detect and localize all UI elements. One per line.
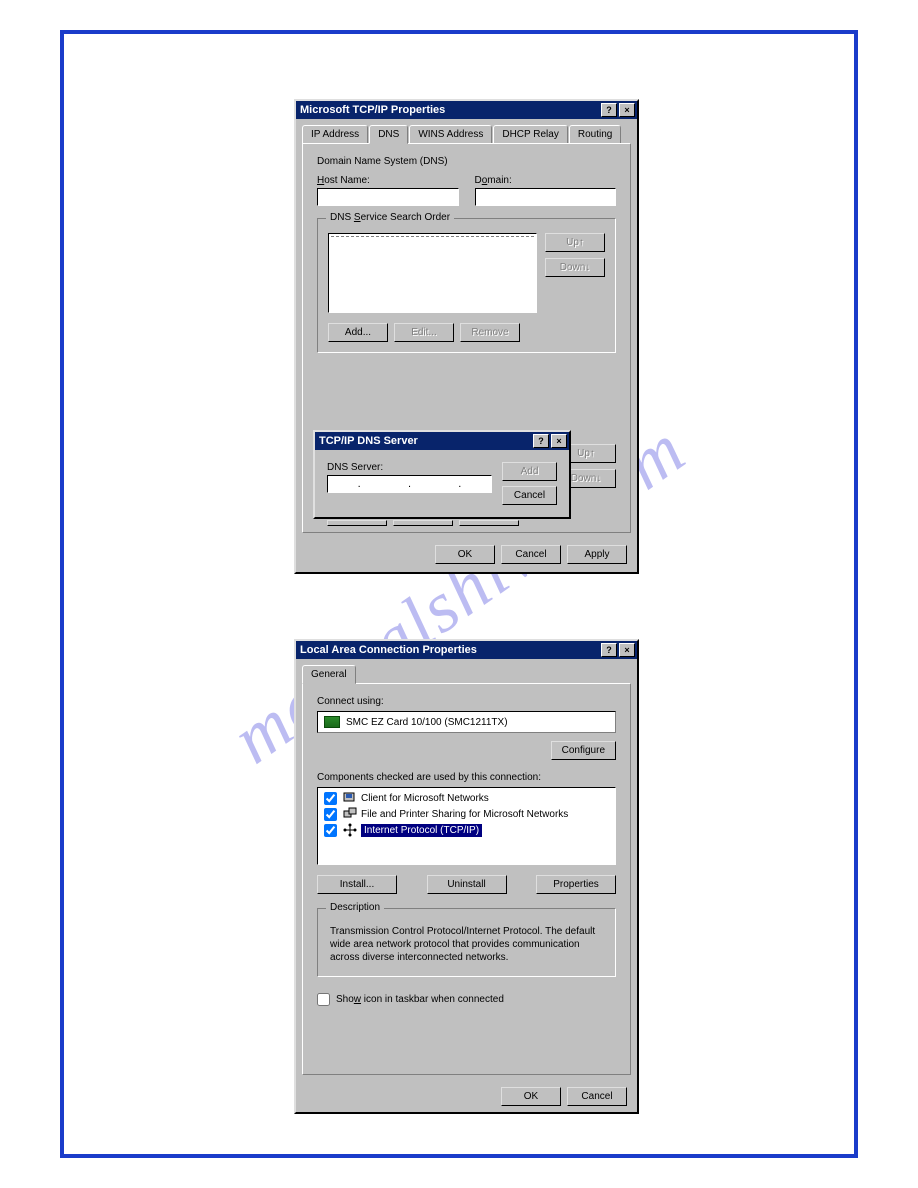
list-item[interactable]: Internet Protocol (TCP/IP) (320, 822, 613, 838)
list-item[interactable]: Client for Microsoft Networks (320, 790, 613, 806)
domain-label: Domain: (475, 175, 617, 186)
dns-heading: Domain Name System (DNS) (317, 156, 616, 167)
help-icon[interactable]: ? (601, 103, 617, 117)
configure-button[interactable]: Configure (551, 741, 616, 760)
dns-panel: Domain Name System (DNS) Host Name: Doma… (302, 143, 631, 533)
adapter-display: SMC EZ Card 10/100 (SMC1211TX) (317, 711, 616, 733)
sub-titlebar: TCP/IP DNS Server ? × (315, 432, 569, 450)
install-button[interactable]: Install... (317, 875, 397, 894)
page-frame: manualshive.com Microsoft TCP/IP Propert… (60, 30, 858, 1158)
up-button[interactable]: Up↑ (545, 233, 605, 252)
properties-button[interactable]: Properties (536, 875, 616, 894)
edit-button[interactable]: Edit... (394, 323, 454, 342)
dns-search-order-legend: DNS Service Search Order (326, 212, 454, 223)
dns-server-input[interactable]: ... (327, 475, 492, 493)
network-card-icon (324, 716, 340, 728)
host-name-label: Host Name: (317, 175, 459, 186)
tcpip-dns-server-dialog: TCP/IP DNS Server ? × DNS Server: ... Ad… (313, 430, 571, 519)
down-button[interactable]: Down↓ (545, 258, 605, 277)
general-panel: Connect using: SMC EZ Card 10/100 (SMC12… (302, 683, 631, 1075)
component-label: Client for Microsoft Networks (361, 793, 489, 804)
close-icon[interactable]: × (551, 434, 567, 448)
remove-button[interactable]: Remove (460, 323, 520, 342)
list-item[interactable]: File and Printer Sharing for Microsoft N… (320, 806, 613, 822)
tab-dns[interactable]: DNS (369, 125, 408, 144)
sub-dialog-title: TCP/IP DNS Server (319, 435, 531, 447)
component-label: Internet Protocol (TCP/IP) (361, 824, 482, 837)
tcpip-properties-dialog: Microsoft TCP/IP Properties ? × IP Addre… (294, 99, 639, 574)
hidden-button-1 (327, 520, 387, 526)
dialog-title: Local Area Connection Properties (300, 644, 599, 656)
description-text: Transmission Control Protocol/Internet P… (328, 923, 605, 966)
hidden-button-3 (459, 520, 519, 526)
sub-add-button[interactable]: Add (502, 462, 557, 481)
tab-routing[interactable]: Routing (569, 125, 621, 143)
dns-server-label: DNS Server: (327, 462, 492, 473)
show-icon-checkbox[interactable] (317, 993, 330, 1006)
lan-properties-dialog: Local Area Connection Properties ? × Gen… (294, 639, 639, 1114)
connect-using-label: Connect using: (317, 696, 616, 707)
help-icon[interactable]: ? (601, 643, 617, 657)
uninstall-button[interactable]: Uninstall (427, 875, 507, 894)
description-legend: Description (326, 902, 384, 913)
titlebar: Microsoft TCP/IP Properties ? × (296, 101, 637, 119)
client-icon (343, 791, 357, 805)
dialog-title: Microsoft TCP/IP Properties (300, 104, 599, 116)
close-icon[interactable]: × (619, 643, 635, 657)
titlebar: Local Area Connection Properties ? × (296, 641, 637, 659)
close-icon[interactable]: × (619, 103, 635, 117)
share-icon (343, 807, 357, 821)
host-name-input[interactable] (317, 188, 459, 206)
sub-cancel-button[interactable]: Cancel (502, 486, 557, 505)
hidden-button-2 (393, 520, 453, 526)
tab-general[interactable]: General (302, 665, 356, 684)
tab-wins-address[interactable]: WINS Address (409, 125, 492, 143)
ok-button[interactable]: OK (501, 1087, 561, 1106)
component-label: File and Printer Sharing for Microsoft N… (361, 809, 568, 820)
component-checkbox[interactable] (324, 808, 337, 821)
components-list[interactable]: Client for Microsoft Networks File and P… (317, 787, 616, 865)
component-checkbox[interactable] (324, 792, 337, 805)
description-group: Description Transmission Control Protoco… (317, 908, 616, 977)
cancel-button[interactable]: Cancel (501, 545, 561, 564)
add-button[interactable]: Add... (328, 323, 388, 342)
tab-ip-address[interactable]: IP Address (302, 125, 368, 143)
tab-dhcp-relay[interactable]: DHCP Relay (493, 125, 568, 143)
host-domain-row: Host Name: Domain: (317, 175, 616, 206)
dialog-bottom-bar: OK Cancel Apply (296, 539, 637, 572)
tab-strip: IP Address DNS WINS Address DHCP Relay R… (302, 125, 631, 143)
apply-button[interactable]: Apply (567, 545, 627, 564)
domain-input[interactable] (475, 188, 617, 206)
dns-list[interactable] (328, 233, 537, 313)
adapter-name: SMC EZ Card 10/100 (SMC1211TX) (346, 717, 508, 728)
show-icon-label: Show icon in taskbar when connected (336, 994, 504, 1005)
help-icon[interactable]: ? (533, 434, 549, 448)
dns-search-order-group: DNS Service Search Order Up↑ Down↓ Add..… (317, 218, 616, 353)
component-checkbox[interactable] (324, 824, 337, 837)
dialog-bottom-bar: OK Cancel (296, 1081, 637, 1114)
cancel-button[interactable]: Cancel (567, 1087, 627, 1106)
protocol-icon (343, 823, 357, 837)
ok-button[interactable]: OK (435, 545, 495, 564)
tab-strip: General (302, 665, 631, 683)
components-label: Components checked are used by this conn… (317, 772, 616, 783)
